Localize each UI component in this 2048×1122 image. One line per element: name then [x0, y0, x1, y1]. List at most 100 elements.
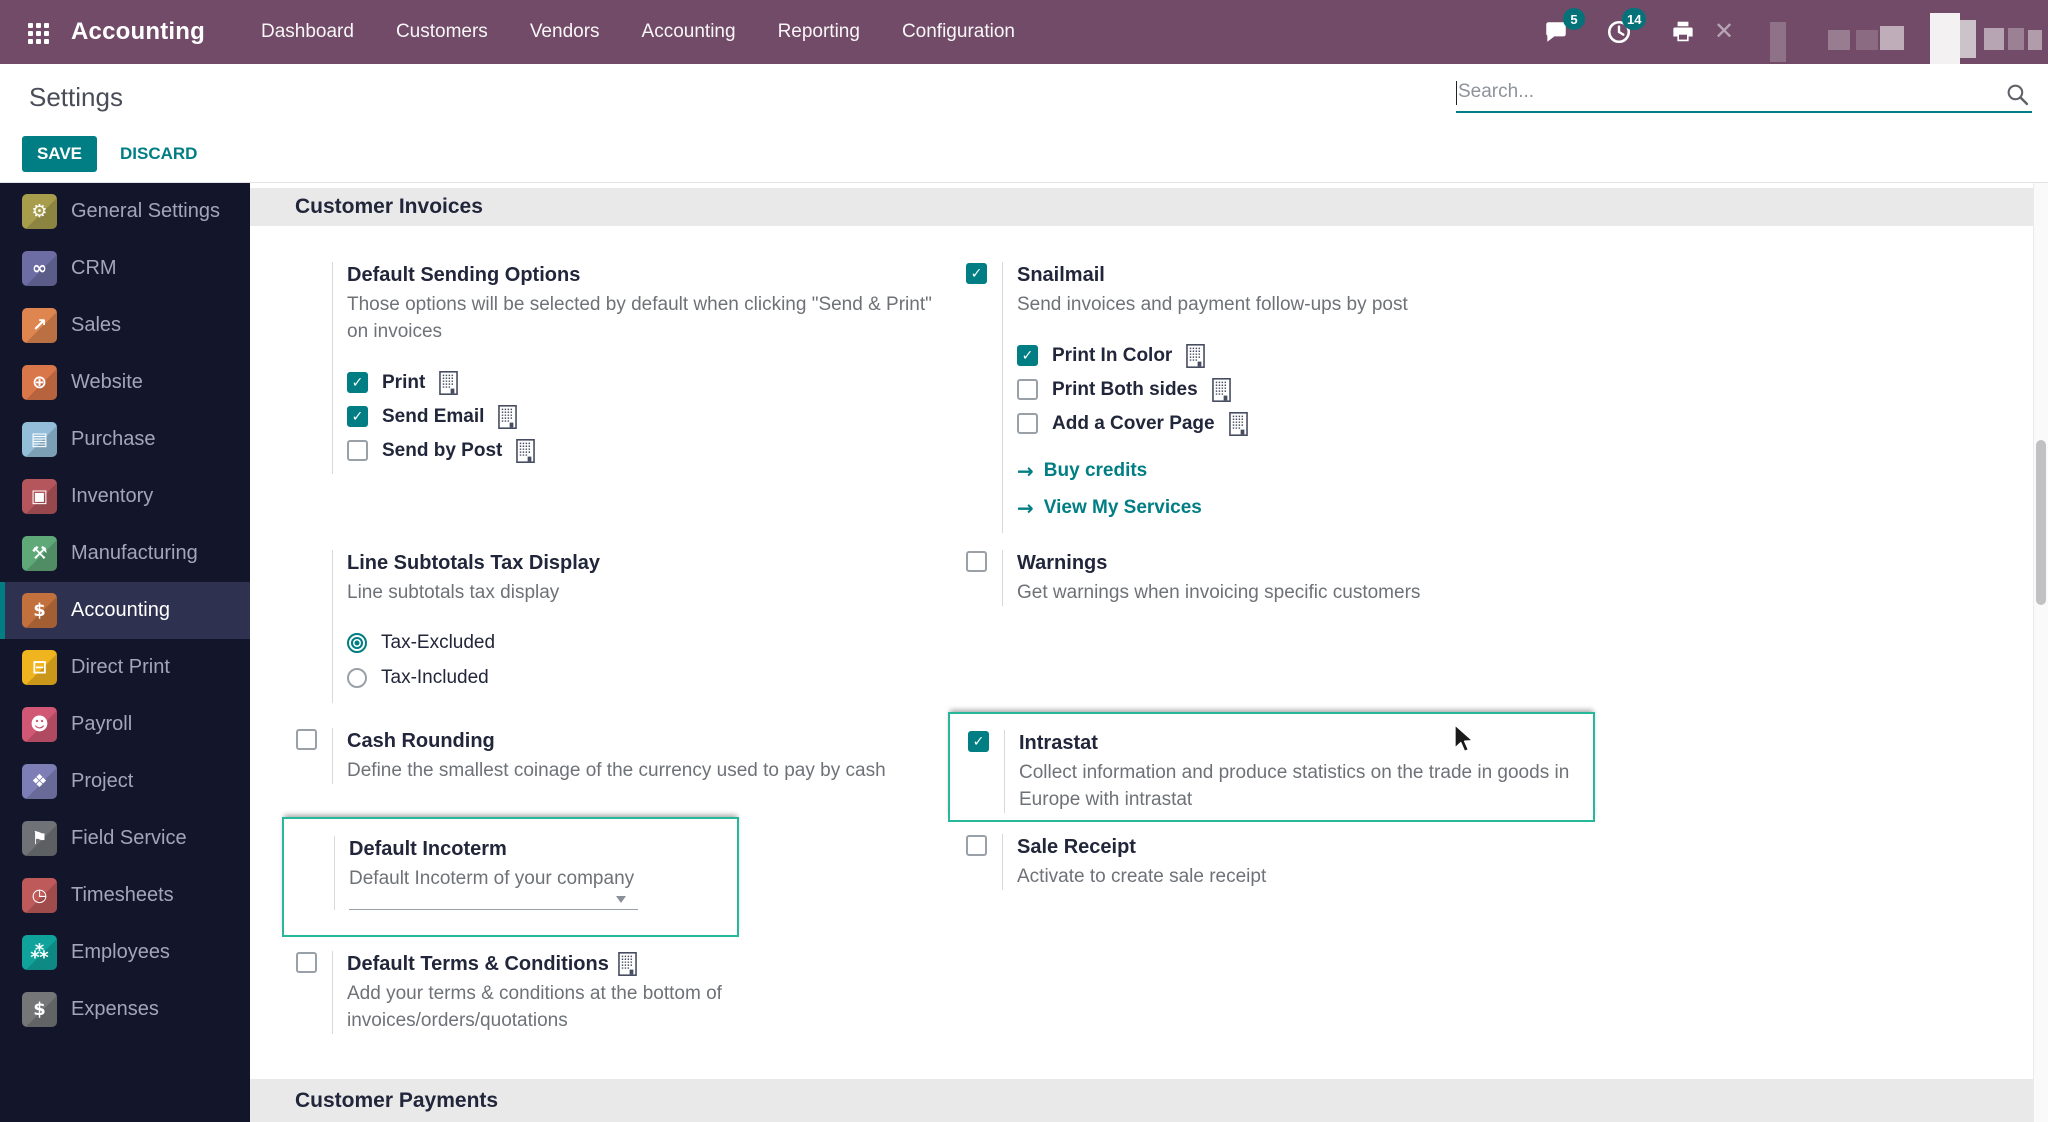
company-icon	[1228, 411, 1248, 436]
sidebar-item-inventory[interactable]: ▣ Inventory	[0, 468, 250, 525]
setting-snailmail: ✓ Snailmail Send invoices and payment fo…	[966, 262, 1596, 533]
search-box	[1456, 76, 2032, 113]
check-icon: ✓	[351, 374, 364, 391]
company-icon	[1211, 377, 1231, 402]
redacted-block	[2008, 28, 2024, 50]
incoterm-select[interactable]	[349, 896, 638, 910]
radio-label: Tax-Excluded	[381, 632, 496, 653]
view-my-services-link[interactable]: → View My Services	[1017, 496, 1596, 520]
sidebar-item-sales[interactable]: ↗ Sales	[0, 297, 250, 354]
app-brand: Accounting	[71, 18, 205, 45]
messages-badge: 5	[1563, 8, 1585, 30]
checkbox[interactable]: ✓	[296, 729, 317, 750]
checkbox[interactable]: ✓	[1017, 413, 1038, 434]
setting-cash-rounding: ✓ Cash Rounding Define the smallest coin…	[296, 728, 941, 784]
scrollbar-thumb[interactable]	[2036, 440, 2046, 605]
option-label: Print In Color	[1052, 344, 1173, 366]
redacted-block	[1984, 28, 2004, 50]
chart-up-icon: ↗	[22, 308, 57, 343]
setting-sale-receipt: ✓ Sale Receipt Activate to create sale r…	[966, 834, 1596, 890]
company-icon	[618, 952, 637, 976]
print-icon[interactable]	[1670, 19, 1696, 45]
sidebar-item-payroll[interactable]: ☻ Payroll	[0, 696, 250, 753]
gear-icon: ⚙	[22, 194, 57, 229]
card-icon: ▤	[22, 422, 57, 457]
setting-desc: Send invoices and payment follow-ups by …	[1017, 294, 1408, 315]
puzzle-icon: ❖	[22, 764, 57, 799]
setting-desc: Line subtotals tax display	[347, 582, 560, 603]
setting-desc: Default Incoterm of your company	[349, 868, 635, 889]
setting-default-sending-options: Default Sending Options Those options wi…	[296, 262, 941, 474]
redacted-block	[1880, 26, 1904, 50]
sidebar-item-general-settings[interactable]: ⚙ General Settings	[0, 183, 250, 240]
developer-tools-icon[interactable]: ✕	[1714, 17, 1734, 45]
nav-item-customers[interactable]: Customers	[396, 21, 488, 43]
page-title: Settings	[29, 82, 123, 112]
company-icon	[1186, 343, 1206, 368]
setting-title: Warnings	[1017, 552, 1108, 574]
radio-button[interactable]	[347, 633, 367, 653]
setting-desc: Activate to create sale receipt	[1017, 866, 1267, 887]
checkbox[interactable]: ✓	[1017, 379, 1038, 400]
search-icon[interactable]	[2005, 82, 2030, 107]
sidebar-item-crm[interactable]: ∞ CRM	[0, 240, 250, 297]
apps-grid-icon[interactable]	[28, 23, 33, 28]
checkbox[interactable]: ✓	[966, 263, 987, 284]
sidebar-item-manufacturing[interactable]: ⚒ Manufacturing	[0, 525, 250, 582]
sidebar-item-field-service[interactable]: ⚑ Field Service	[0, 810, 250, 867]
sidebar-item-direct-print[interactable]: ⊟ Direct Print	[0, 639, 250, 696]
save-button[interactable]: SAVE	[22, 136, 97, 172]
nav-item-dashboard[interactable]: Dashboard	[261, 21, 354, 43]
checkbox[interactable]: ✓	[1017, 345, 1038, 366]
scrollbar-track[interactable]	[2033, 183, 2048, 1122]
setting-line-subtotals: Line Subtotals Tax Display Line subtotal…	[296, 550, 941, 703]
buy-credits-link[interactable]: → Buy credits	[1017, 459, 1596, 483]
checkbox[interactable]: ✓	[966, 835, 987, 856]
checkbox[interactable]: ✓	[968, 731, 989, 752]
setting-default-incoterm-highlight: Default Incoterm Default Incoterm of you…	[282, 817, 739, 937]
sidebar-item-expenses[interactable]: $ Expenses	[0, 981, 250, 1038]
discard-button[interactable]: DISCARD	[114, 136, 203, 172]
nav-item-reporting[interactable]: Reporting	[778, 21, 860, 43]
checkbox[interactable]: ✓	[347, 406, 368, 427]
nav-item-vendors[interactable]: Vendors	[530, 21, 600, 43]
sidebar-item-timesheets[interactable]: ◷ Timesheets	[0, 867, 250, 924]
check-icon: ✓	[970, 265, 983, 282]
checkbox[interactable]: ✓	[966, 551, 987, 572]
radio-button[interactable]	[347, 668, 367, 688]
sidebar-item-employees[interactable]: ⁂ Employees	[0, 924, 250, 981]
sidebar-item-project[interactable]: ❖ Project	[0, 753, 250, 810]
setting-desc: Define the smallest coinage of the curre…	[347, 760, 886, 781]
nav-item-configuration[interactable]: Configuration	[902, 21, 1015, 43]
option-send-by-post: ✓ Send by Post	[347, 438, 941, 463]
setting-title: Line Subtotals Tax Display	[347, 552, 601, 574]
sidebar-item-accounting[interactable]: $ Accounting	[0, 582, 250, 639]
redacted-avatar[interactable]	[1930, 13, 1960, 64]
redacted-block	[1856, 30, 1878, 50]
sidebar-item-website[interactable]: ⊕ Website	[0, 354, 250, 411]
handshake-icon: ∞	[22, 251, 57, 286]
flag-icon: ⚑	[22, 821, 57, 856]
arrow-right-icon: →	[1017, 496, 1034, 520]
check-icon: ✓	[1021, 347, 1034, 364]
option-send-email: ✓ Send Email	[347, 404, 941, 429]
text-caret	[1456, 81, 1457, 105]
redacted-block	[1770, 22, 1786, 62]
setting-title: Default Incoterm	[349, 838, 507, 860]
company-icon	[439, 370, 459, 395]
search-input[interactable]	[1456, 76, 1976, 108]
invoice-dollar-icon: $	[22, 593, 57, 628]
section-customer-payments: Customer Payments	[250, 1079, 2033, 1122]
checkbox[interactable]: ✓	[296, 952, 317, 973]
nav-item-accounting[interactable]: Accounting	[642, 21, 736, 43]
arrow-right-icon: →	[1017, 459, 1034, 483]
setting-title: Default Sending Options	[347, 264, 581, 286]
redacted-block	[1828, 30, 1850, 50]
section-title: Customer Payments	[295, 1088, 499, 1112]
option-add-cover-page: ✓ Add a Cover Page	[1017, 411, 1596, 436]
sidebar-item-purchase[interactable]: ▤ Purchase	[0, 411, 250, 468]
setting-intrastat-highlight: ✓ Intrastat Collect information and prod…	[948, 712, 1595, 822]
person-dollar-icon: $	[22, 992, 57, 1027]
checkbox[interactable]: ✓	[347, 372, 368, 393]
checkbox[interactable]: ✓	[347, 440, 368, 461]
